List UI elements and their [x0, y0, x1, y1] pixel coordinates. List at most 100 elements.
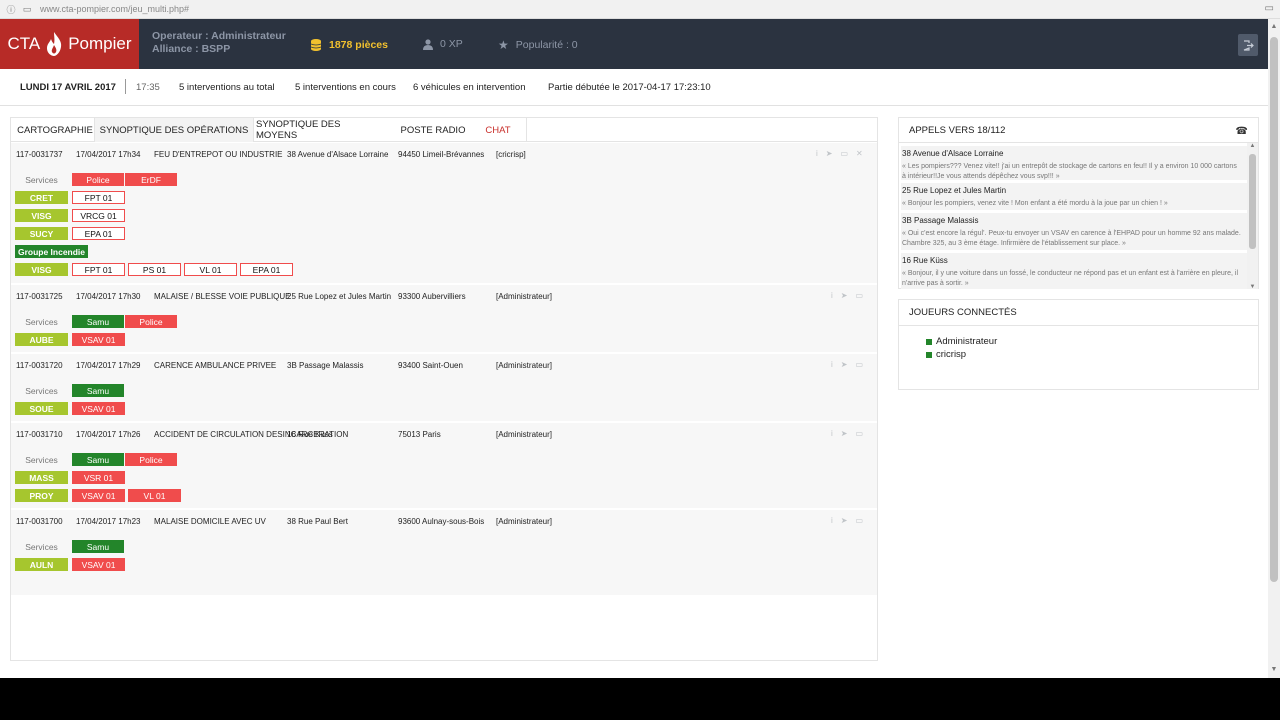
service-badge[interactable]: Police — [125, 315, 177, 328]
scroll-thumb[interactable] — [1249, 154, 1256, 249]
service-badge[interactable]: Police — [125, 453, 177, 466]
players-panel: JOUEURS CONNECTÉS Administrateur cricris… — [898, 299, 1259, 390]
vehicle-badge[interactable]: VSR 01 — [72, 471, 125, 484]
info-icon[interactable]: i — [816, 149, 818, 158]
window-icon[interactable]: ▭ — [855, 360, 863, 369]
vehicle-badge[interactable]: FPT 01 — [72, 263, 125, 276]
send-icon[interactable]: ➤ — [841, 291, 848, 300]
scroll-up-icon[interactable]: ▲ — [1268, 21, 1280, 33]
vehicle-badge[interactable]: VRCG 01 — [72, 209, 125, 222]
services-label: Services — [25, 316, 58, 327]
info-icon[interactable]: i — [831, 516, 833, 525]
service-badge[interactable]: Samu — [72, 384, 124, 397]
info-bar: LUNDI 17 AVRIL 2017 17:35 5 intervention… — [0, 69, 1268, 106]
operation-type: MALAISE DOMICILE AVEC UV — [154, 517, 266, 526]
info-icon[interactable]: i — [831, 291, 833, 300]
window-icon[interactable]: ▭ — [1265, 3, 1274, 14]
send-icon[interactable]: ➤ — [841, 360, 848, 369]
calls-scrollbar[interactable]: ▲ ▼ — [1247, 143, 1258, 289]
scroll-down-icon[interactable]: ▼ — [1268, 664, 1280, 676]
station-badge[interactable]: AUBE — [15, 333, 68, 346]
call-item[interactable]: 16 Rue Küss « Bonjour, il y une voiture … — [901, 253, 1247, 289]
vehicle-badge[interactable]: VSAV 01 — [72, 489, 125, 502]
station-badge[interactable]: CRET — [15, 191, 68, 204]
tab-synoptique-operations[interactable]: SYNOPTIQUE DES OPÉRATIONS — [94, 118, 254, 142]
close-icon[interactable]: ✕ — [856, 149, 863, 158]
operation-actions: i ➤ ▭ ✕ — [816, 149, 863, 158]
logo[interactable]: CTA Pompier — [0, 19, 139, 69]
info-icon[interactable]: i — [831, 429, 833, 438]
tab-poste-radio[interactable]: POSTE RADIO — [396, 118, 470, 142]
operation-city: 94450 Limeil-Brévannes — [398, 150, 485, 159]
window-icon[interactable]: ▭ — [840, 149, 848, 158]
operation-actions: i ➤ ▭ — [831, 360, 863, 369]
operation-id: 117-0031710 — [16, 430, 63, 439]
phone-icon[interactable]: ☎ — [1236, 126, 1248, 137]
window-icon[interactable]: ▭ — [855, 291, 863, 300]
call-item[interactable]: 38 Avenue d'Alsace Lorraine « Les pompie… — [901, 146, 1247, 180]
operation-address: 25 Rue Lopez et Jules Martin — [287, 292, 392, 301]
vehicle-badge[interactable]: VL 01 — [184, 263, 237, 276]
calls-list: 38 Avenue d'Alsace Lorraine « Les pompie… — [899, 142, 1258, 289]
tab-cartographie[interactable]: CARTOGRAPHIE — [11, 118, 99, 142]
online-dot — [926, 338, 932, 345]
operator-info: Operateur : Administrateur Alliance : BS… — [152, 30, 286, 56]
operation-actions: i ➤ ▭ — [831, 516, 863, 525]
scroll-down-icon[interactable]: ▼ — [1247, 284, 1258, 289]
send-icon[interactable]: ➤ — [841, 516, 848, 525]
browser-bar: ⓘ ▭ www.cta-pompier.com/jeu_multi.php# ▭ — [0, 0, 1280, 19]
scroll-up-icon[interactable]: ▲ — [1247, 143, 1258, 149]
window-icon[interactable]: ▭ — [855, 516, 863, 525]
services-label: Services — [25, 454, 58, 465]
total-interventions: 5 interventions au total — [179, 82, 275, 93]
station-badge[interactable]: SUCY — [15, 227, 68, 240]
service-badge[interactable]: ErDF — [125, 173, 177, 186]
tab-chat[interactable]: CHAT — [483, 118, 513, 142]
vehicle-badge[interactable]: VSAV 01 — [72, 558, 125, 571]
service-badge[interactable]: Samu — [72, 540, 124, 553]
operation-user: [cricrisp] — [496, 150, 526, 159]
scroll-thumb[interactable] — [1270, 37, 1278, 582]
service-badge[interactable]: Police — [72, 173, 124, 186]
service-badge[interactable]: Samu — [72, 453, 124, 466]
vehicle-badge[interactable]: VSAV 01 — [72, 333, 125, 346]
vehicle-badge[interactable]: EPA 01 — [240, 263, 293, 276]
station-badge[interactable]: SOUE — [15, 402, 68, 415]
vehicle-badge[interactable]: FPT 01 — [72, 191, 125, 204]
service-badge[interactable]: Samu — [72, 315, 124, 328]
vehicle-badge[interactable]: EPA 01 — [72, 227, 125, 240]
call-item[interactable]: 25 Rue Lopez et Jules Martin « Bonjour l… — [901, 183, 1247, 210]
vehicle-badge[interactable]: VL 01 — [128, 489, 181, 502]
vehicle-badge[interactable]: VSAV 01 — [72, 402, 125, 415]
page-viewport: CTA Pompier Operateur : Administrateur A… — [0, 19, 1268, 678]
group-badge[interactable]: Groupe Incendie — [15, 245, 88, 258]
station-badge[interactable]: VISG — [15, 209, 68, 222]
xp-stat: 0 XP — [423, 38, 463, 50]
station-badge[interactable]: AULN — [15, 558, 68, 571]
logo-text-cta: CTA — [7, 34, 41, 53]
station-badge[interactable]: VISG — [15, 263, 68, 276]
station-badge[interactable]: MASS — [15, 471, 68, 484]
call-address: 16 Rue Küss — [902, 256, 948, 265]
player-item: Administrateur — [926, 336, 997, 347]
user-icon — [423, 38, 433, 50]
call-item[interactable]: 3B Passage Malassis « Oui c'est encore l… — [901, 213, 1247, 250]
send-icon[interactable]: ➤ — [841, 429, 848, 438]
station-badge[interactable]: PROY — [15, 489, 68, 502]
window-icon[interactable]: ▭ — [855, 429, 863, 438]
operation-id: 117-0031737 — [16, 150, 63, 159]
operation-user: [Administrateur] — [496, 292, 553, 301]
calls-panel: APPELS VERS 18/112 ☎ 38 Avenue d'Alsace … — [898, 117, 1259, 289]
tab-synoptique-moyens[interactable]: SYNOPTIQUE DES MOYENS — [256, 118, 378, 142]
vehicle-badge[interactable]: PS 01 — [128, 263, 181, 276]
send-icon[interactable]: ➤ — [826, 149, 833, 158]
info-icon[interactable]: i — [831, 360, 833, 369]
operation-dt: 17/04/2017 17h23 — [76, 517, 141, 526]
operation-dt: 17/04/2017 17h26 — [76, 430, 141, 439]
info-icon[interactable]: ⓘ — [6, 4, 16, 15]
page-scrollbar[interactable]: ▲ ▼ — [1268, 19, 1280, 678]
call-message: « Bonjour les pompiers, venez vite ! Mon… — [902, 200, 1168, 207]
url-text[interactable]: www.cta-pompier.com/jeu_multi.php# — [40, 4, 189, 14]
operation-block: 117-0031710 17/04/2017 17h26 ACCIDENT DE C… — [11, 423, 877, 508]
logout-button[interactable] — [1238, 34, 1258, 56]
